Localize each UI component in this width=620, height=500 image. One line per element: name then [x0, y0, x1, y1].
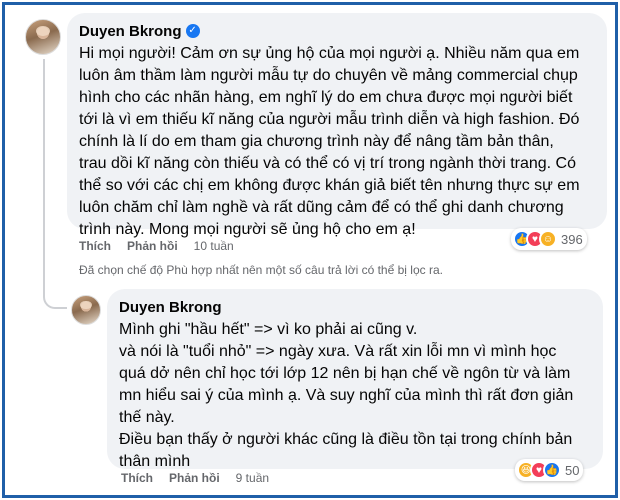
like-button[interactable]: Thích [121, 471, 153, 485]
comment-bubble: Duyen Bkrong ✓ Hi mọi người! Cảm ơn sự ủ… [67, 13, 607, 238]
reaction-count: 50 [565, 462, 580, 478]
reply-reaction-summary[interactable]: 😆 ♥ 👍 50 [515, 459, 584, 481]
like-button[interactable]: Thích [79, 239, 111, 253]
reply-avatar[interactable] [71, 295, 101, 325]
comment-timestamp[interactable]: 10 tuần [194, 239, 234, 253]
author-name[interactable]: Duyen Bkrong [79, 23, 182, 40]
reaction-count: 396 [561, 231, 583, 247]
thread-line [43, 59, 45, 291]
reply-button[interactable]: Phản hồi [169, 471, 220, 485]
author-name[interactable]: Duyen Bkrong [119, 299, 222, 316]
comment-text: Hi mọi người! Cảm ơn sự ủng hộ của mọi n… [79, 45, 580, 238]
thread-connector [43, 285, 67, 309]
reaction-summary[interactable]: 👍 ♥ ☺ 396 [511, 228, 587, 250]
comment-author[interactable]: Duyen Bkrong ✓ [79, 21, 595, 41]
verified-badge-icon: ✓ [185, 24, 200, 38]
like-icon: 👍 [543, 461, 561, 479]
care-icon: ☺ [539, 230, 557, 248]
reply-bubble: Duyen Bkrong Mình ghi "hầu hết" => vì ko… [107, 289, 603, 470]
screenshot-frame: Duyen Bkrong ✓ Hi mọi người! Cảm ơn sự ủ… [2, 2, 618, 498]
filter-notice: Đã chọn chế độ Phù hợp nhất nên một số c… [79, 263, 443, 277]
reply-button[interactable]: Phản hồi [127, 239, 178, 253]
reply-text: Mình ghi "hầu hết" => vì ko phải ai cũng… [119, 321, 574, 470]
reply-timestamp[interactable]: 9 tuần [236, 471, 269, 485]
reply-actions: Thích Phản hồi 9 tuần [121, 471, 269, 485]
comment-actions: Thích Phản hồi 10 tuần [79, 239, 234, 253]
reply-author[interactable]: Duyen Bkrong [119, 297, 591, 317]
avatar[interactable] [25, 19, 61, 55]
